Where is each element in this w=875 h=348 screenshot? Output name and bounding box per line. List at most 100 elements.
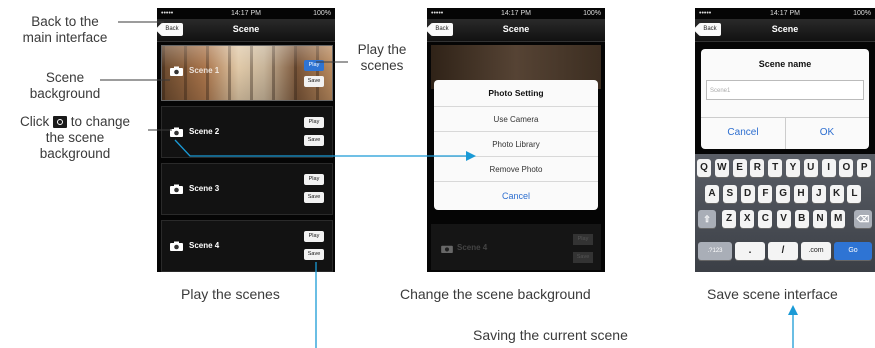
cancel-button[interactable]: Cancel [701, 117, 785, 149]
save-button[interactable]: Save [304, 76, 324, 87]
annotation-to-change: to change [70, 114, 131, 129]
scene-name: Scene 3 [189, 184, 220, 193]
save-button[interactable]: Save [304, 135, 324, 146]
remove-photo-option[interactable]: Remove Photo [434, 156, 598, 182]
key-f[interactable]: F [758, 185, 773, 203]
annotation-scene-background: Scene background [29, 70, 101, 101]
annotation-play-scenes: Play the scenes [357, 42, 407, 73]
status-bar: ••••• 14:17 PM 100% [157, 8, 335, 19]
status-time: 14:17 PM [231, 10, 261, 17]
key-j[interactable]: J [811, 185, 826, 203]
annotation-click-word: Click [19, 114, 50, 129]
save-button[interactable]: Save [304, 249, 324, 260]
annotation-back: Back to the main interface [22, 14, 108, 45]
battery-level: 100% [313, 10, 331, 17]
nav-title: Scene [771, 24, 799, 34]
key-d[interactable]: D [740, 185, 755, 203]
camera-icon[interactable] [170, 66, 183, 76]
key-e[interactable]: E [732, 159, 747, 177]
key-b[interactable]: B [794, 210, 809, 228]
scene-card-2: Scene 2 Play Save [161, 106, 333, 158]
status-bar: ••••• 14:17 PM 100% [695, 8, 875, 19]
key-c[interactable]: C [758, 210, 773, 228]
dimmed-scene-card-4: Scene 4 Play Save [431, 224, 601, 270]
backspace-key[interactable]: ⌫ [854, 210, 872, 228]
scene-name-dialog: Scene name Scene1 Cancel OK [701, 49, 869, 149]
key-s[interactable]: S [722, 185, 737, 203]
key-n[interactable]: N [813, 210, 827, 228]
caption-save-scene: Save scene interface [707, 286, 838, 302]
scene-card-1: Scene 1 Play Save [161, 45, 333, 101]
scene-card-3: Scene 3 Play Save [161, 163, 333, 215]
caption-play-scenes: Play the scenes [181, 286, 280, 302]
go-key[interactable]: Go [834, 242, 872, 260]
play-button[interactable]: Play [304, 174, 324, 185]
dotcom-key[interactable]: .com [801, 242, 831, 260]
camera-icon [441, 245, 453, 253]
arrowhead [788, 305, 798, 315]
status-bar: ••••• 14:17 PM 100% [427, 8, 605, 19]
key-q[interactable]: Q [697, 159, 711, 177]
nav-bar: Back Scene [427, 19, 605, 42]
nav-bar: Back Scene [157, 19, 335, 42]
photo-setting-title: Photo Setting [488, 88, 544, 98]
camera-icon[interactable] [170, 127, 183, 137]
play-button[interactable]: Play [304, 231, 324, 242]
slash-key[interactable]: / [768, 242, 798, 260]
key-u[interactable]: U [803, 159, 818, 177]
cancel-button[interactable]: Cancel [434, 181, 598, 210]
scene-name: Scene 4 [189, 241, 220, 250]
play-button[interactable]: Play [304, 117, 324, 128]
save-button: Save [573, 252, 593, 263]
numbers-key[interactable]: .?123 [698, 242, 732, 260]
scene-name-input[interactable]: Scene1 [706, 80, 864, 100]
key-g[interactable]: G [776, 185, 791, 203]
key-y[interactable]: Y [786, 159, 800, 177]
scene-card-4: Scene 4 Play Save [161, 220, 333, 272]
nav-title: Scene [232, 24, 260, 34]
annotation-the-scene-background: the scene background [39, 130, 111, 161]
key-t[interactable]: T [768, 159, 783, 177]
photo-setting-dialog: Photo Setting Use Camera Photo Library R… [434, 80, 598, 210]
play-button[interactable]: Play [304, 60, 324, 71]
key-k[interactable]: K [829, 185, 844, 203]
phone-photo-setting: ••••• 14:17 PM 100% Back Scene Scene 4 P… [427, 8, 605, 272]
caption-change-background: Change the scene background [400, 286, 591, 302]
key-a[interactable]: A [705, 185, 719, 203]
annotation-click-change: Click to change the scene background [0, 114, 150, 162]
ok-button[interactable]: OK [785, 117, 869, 149]
shift-key[interactable]: ⇧ [698, 210, 716, 228]
phone-scene-list: ••••• 14:17 PM 100% Back Scene Scene 1 P… [157, 8, 335, 272]
use-camera-option[interactable]: Use Camera [434, 106, 598, 132]
battery-level: 100% [853, 10, 871, 17]
key-w[interactable]: W [714, 159, 729, 177]
key-m[interactable]: M [831, 210, 846, 228]
key-x[interactable]: X [740, 210, 755, 228]
nav-bar: Back Scene [695, 19, 875, 42]
phone-save-scene: ••••• 14:17 PM 100% Back Scene Scene nam… [695, 8, 875, 272]
scene-name: Scene 4 [457, 243, 488, 252]
camera-icon[interactable] [170, 184, 183, 194]
keyboard: ⇧ ⌫ .?123 . / .com Go QWERTYUIOP ASDFGHJK… [695, 154, 875, 272]
key-r[interactable]: R [750, 159, 765, 177]
key-l[interactable]: L [847, 185, 862, 203]
nav-title: Scene [502, 24, 530, 34]
key-p[interactable]: P [857, 159, 872, 177]
key-o[interactable]: O [839, 159, 854, 177]
scene-background-image [162, 46, 332, 100]
camera-icon [52, 116, 67, 128]
status-time: 14:17 PM [770, 10, 800, 17]
scene-name: Scene 1 [189, 66, 220, 75]
scene-name-title: Scene name [758, 59, 812, 69]
caption-saving-current-scene: Saving the current scene [473, 327, 628, 343]
key-i[interactable]: I [821, 159, 836, 177]
key-z[interactable]: Z [722, 210, 736, 228]
status-time: 14:17 PM [501, 10, 531, 17]
save-button[interactable]: Save [304, 192, 324, 203]
key-h[interactable]: H [794, 185, 808, 203]
dot-key[interactable]: . [735, 242, 765, 260]
photo-library-option[interactable]: Photo Library [434, 131, 598, 157]
camera-icon[interactable] [170, 241, 183, 251]
battery-level: 100% [583, 10, 601, 17]
key-v[interactable]: V [776, 210, 791, 228]
